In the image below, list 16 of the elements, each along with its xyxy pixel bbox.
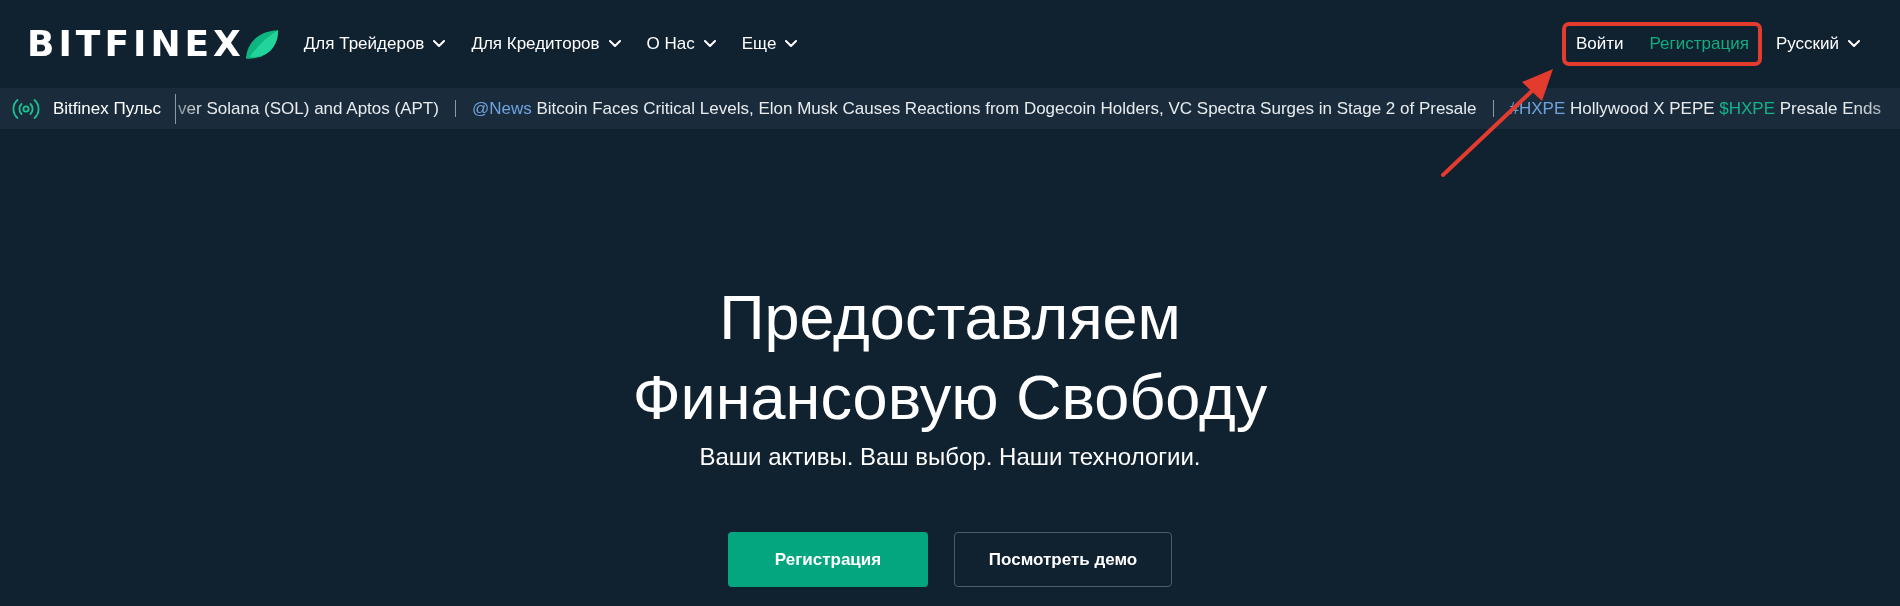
- register-link[interactable]: Регистрация: [1649, 34, 1749, 54]
- hero-subtitle: Ваши активы. Ваш выбор. Наши технологии.: [699, 442, 1201, 472]
- broadcast-icon: [12, 97, 40, 120]
- news-item[interactable]: @News Bitcoin Faces Critical Levels, Elon Musk Causes Reactions from Dogecoin Holders, VC Spectra Surges in Stage 2 of Presale: [471, 98, 1477, 119]
- nav-menu[interactable]: Еще: [741, 34, 798, 54]
- news-item[interactable]: ver Solana (SOL) and Aptos (APT): [178, 98, 439, 119]
- nav-menu[interactable]: О Нас: [646, 34, 716, 54]
- nav-menu[interactable]: Для Кредиторов: [471, 34, 621, 54]
- hero-title: Предоставляем Финансовую Свободу: [631, 281, 1269, 434]
- nav-menu[interactable]: Для Трейдеров: [303, 34, 446, 54]
- language-menu[interactable]: Русский: [1775, 34, 1860, 54]
- leaf-icon[interactable]: [244, 28, 279, 60]
- ticker-title: Bitfinex Пульс: [53, 98, 162, 119]
- demo-button[interactable]: Посмотреть демо: [954, 532, 1172, 587]
- login-link[interactable]: Войти: [1575, 34, 1624, 54]
- logo-wordmark[interactable]: BITFINEX: [27, 26, 245, 62]
